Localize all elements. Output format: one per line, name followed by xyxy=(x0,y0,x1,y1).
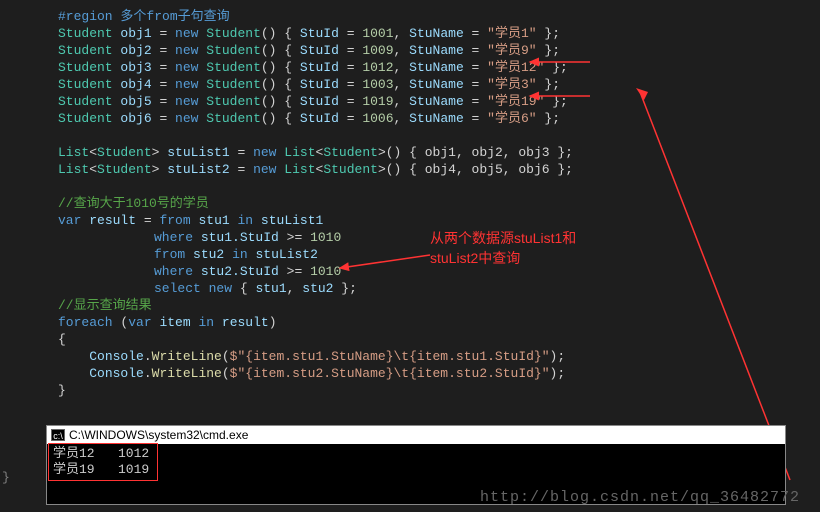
code-line-obj2: Student obj2 = new Student() { StuId = 1… xyxy=(58,42,820,59)
console-title-text: C:\WINDOWS\system32\cmd.exe xyxy=(69,428,248,442)
watermark: http://blog.csdn.net/qq_36482772 xyxy=(480,489,800,506)
brace-close: } xyxy=(58,382,820,399)
code-line-var: var result = from stu1 in stuList1 xyxy=(58,212,820,229)
console-titlebar[interactable]: c:\ C:\WINDOWS\system32\cmd.exe xyxy=(47,426,785,444)
code-line-foreach: foreach (var item in result) xyxy=(58,314,820,331)
code-line-obj1: Student obj1 = new Student() { StuId = 1… xyxy=(58,25,820,42)
comment-display: //显示查询结果 xyxy=(58,297,820,314)
code-line-obj4: Student obj4 = new Student() { StuId = 1… xyxy=(58,76,820,93)
brace-open: { xyxy=(58,331,820,348)
code-line-write1: Console.WriteLine($"{item.stu1.StuName}\… xyxy=(58,348,820,365)
code-line-list2: List<Student> stuList2 = new List<Studen… xyxy=(58,161,820,178)
cmd-icon: c:\ xyxy=(51,429,65,441)
code-line-list1: List<Student> stuList1 = new List<Studen… xyxy=(58,144,820,161)
outer-brace1: } xyxy=(2,470,10,485)
annotation-text: 从两个数据源stuList1和 stuList2中查询 xyxy=(430,228,576,268)
comment-query: //查询大于1010号的学员 xyxy=(58,195,820,212)
code-line-select: select new { stu1, stu2 }; xyxy=(58,280,820,297)
region-line: #region 多个from子句查询 xyxy=(58,8,820,25)
code-editor[interactable]: #region 多个from子句查询 Student obj1 = new St… xyxy=(0,0,820,399)
code-line-obj3: Student obj3 = new Student() { StuId = 1… xyxy=(58,59,820,76)
code-line-obj5: Student obj5 = new Student() { StuId = 1… xyxy=(58,93,820,110)
code-line-obj6: Student obj6 = new Student() { StuId = 1… xyxy=(58,110,820,127)
code-line-write2: Console.WriteLine($"{item.stu2.StuName}\… xyxy=(58,365,820,382)
